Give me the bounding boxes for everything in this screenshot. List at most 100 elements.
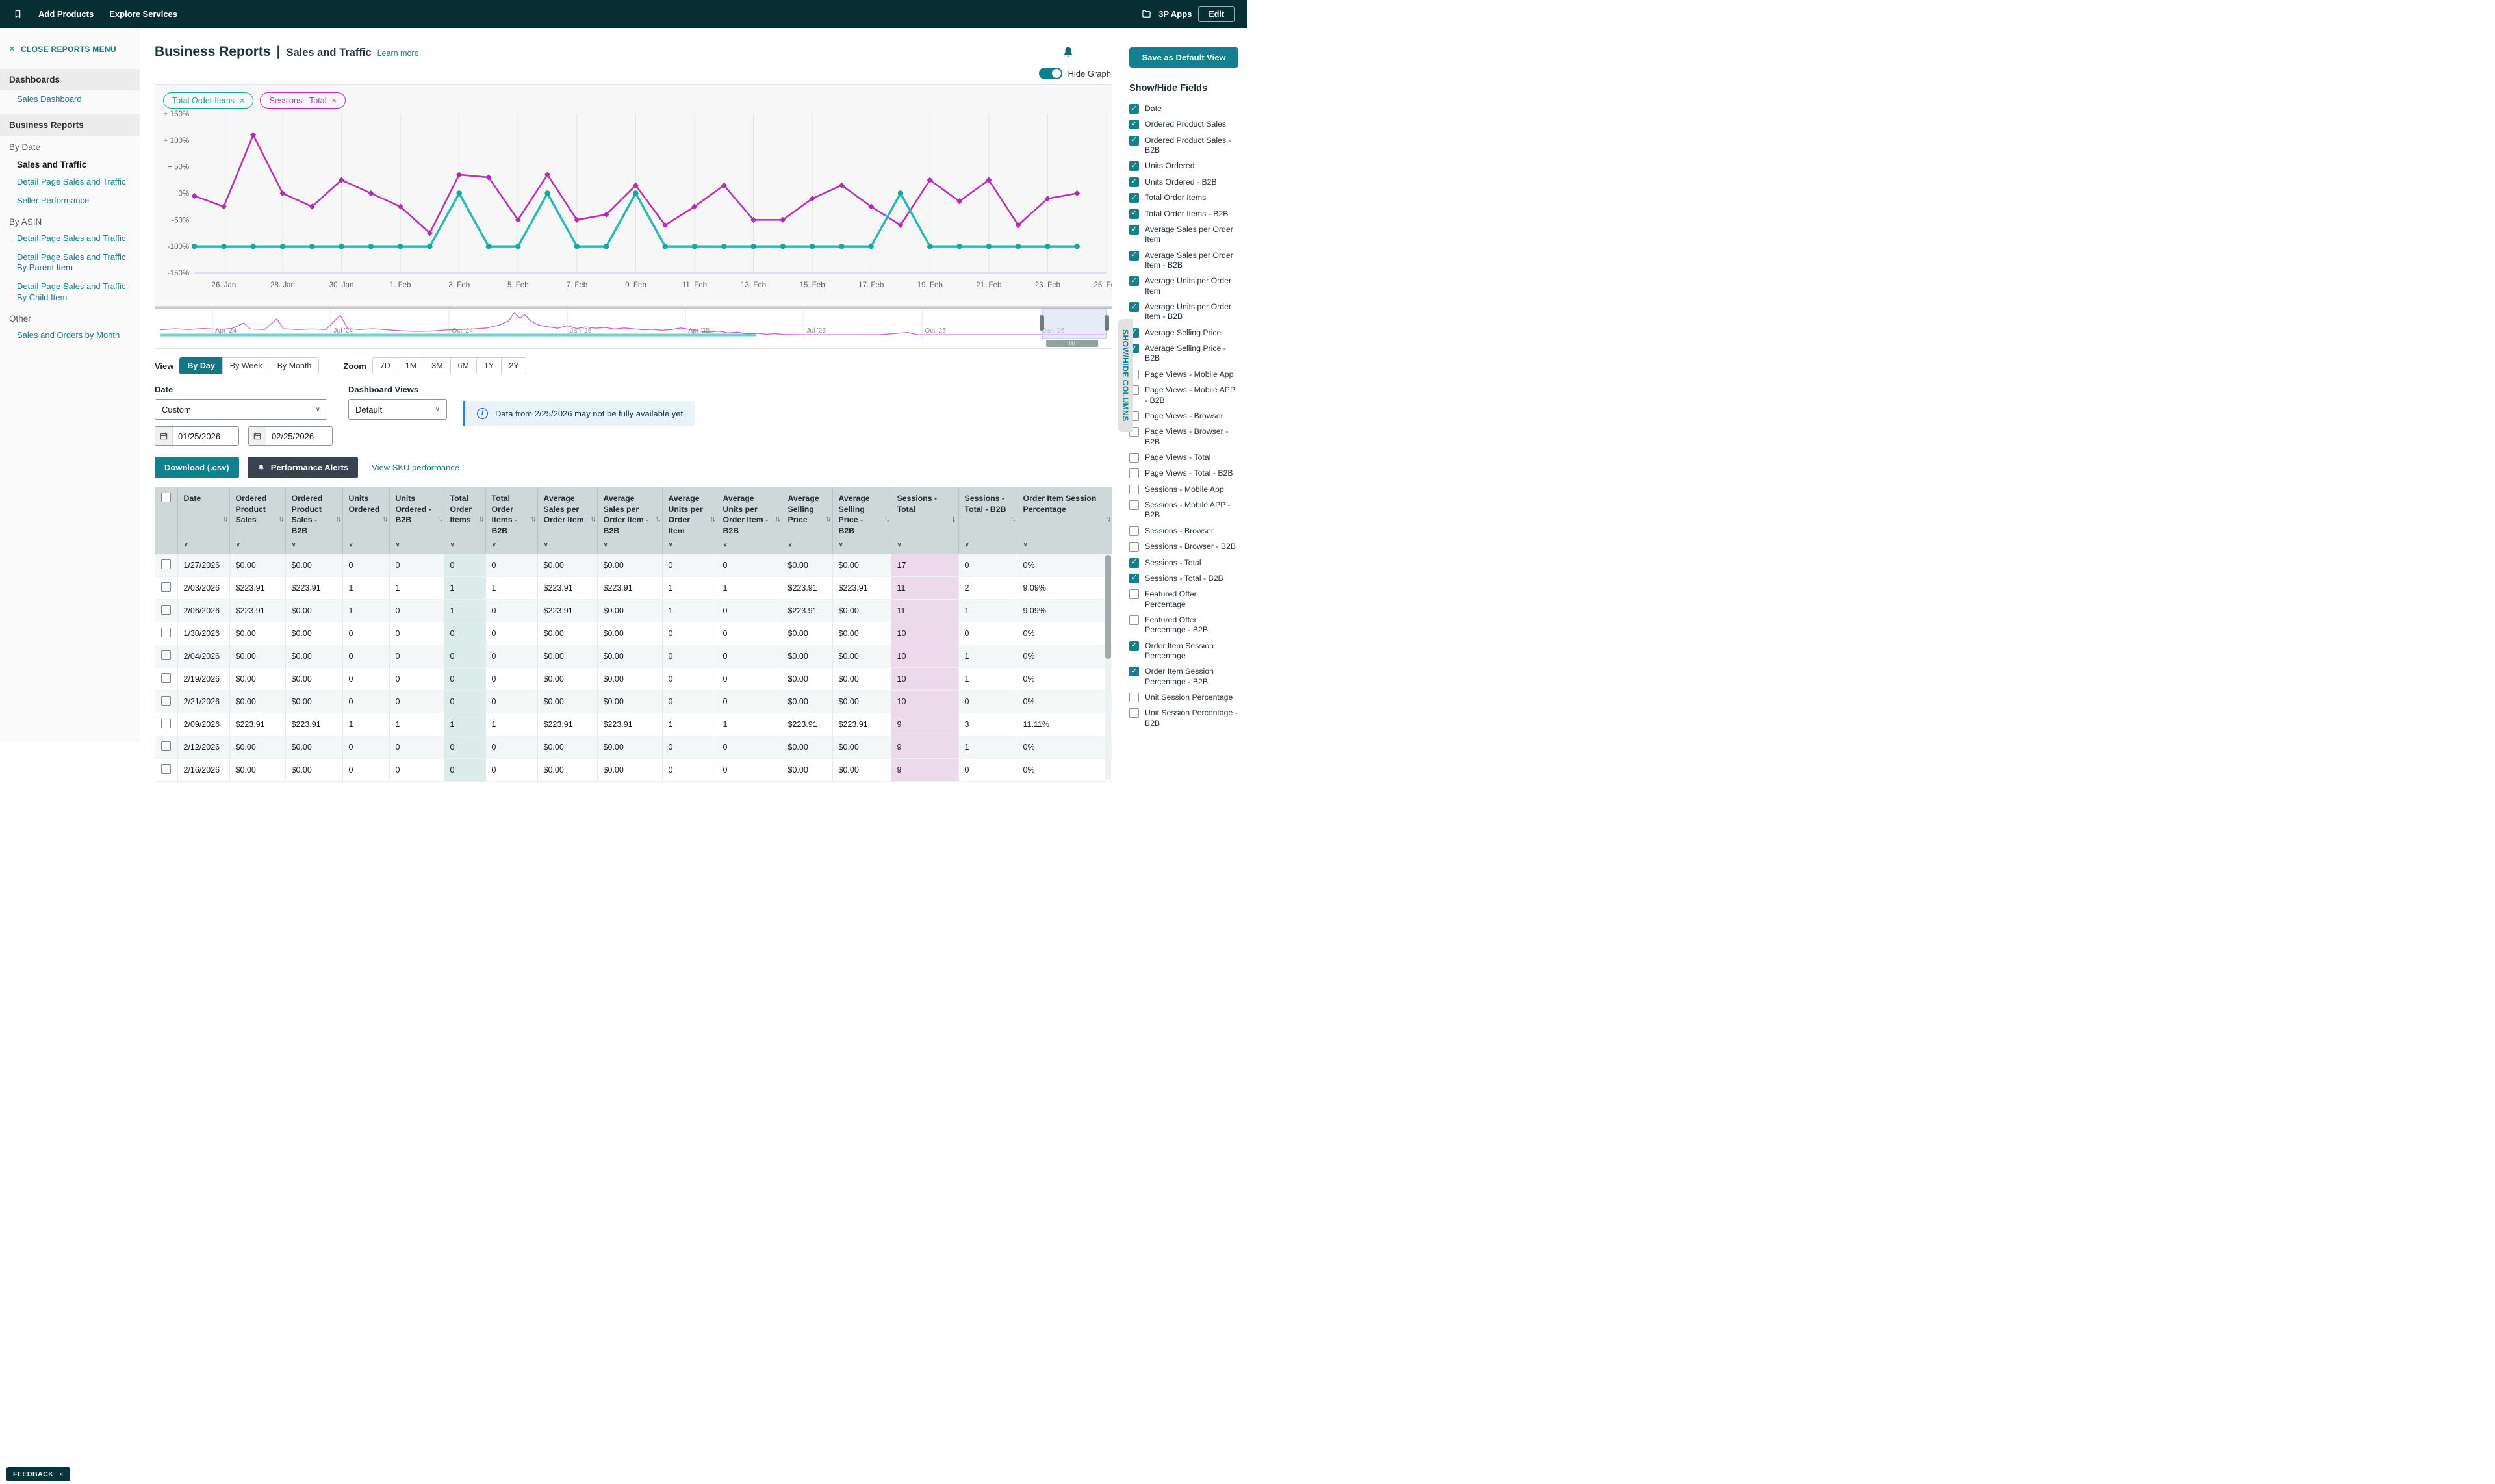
sidebar-item-detail-page-sales-and-traffic[interactable]: Detail Page Sales and Traffic [0,173,140,192]
field-page-views-total[interactable]: Page Views - Total [1129,453,1238,463]
checkbox-unchecked[interactable] [161,493,171,502]
zoom-option-1y[interactable]: 1Y [476,357,502,374]
column-menu-icon[interactable]: ∨ [723,541,728,550]
column-header-total-order-items-b2b[interactable]: Total Order Items - B2B↑↓∨ [485,487,537,554]
column-header-units-ordered-b2b[interactable]: Units Ordered - B2B↑↓∨ [389,487,444,554]
column-header-total-order-items[interactable]: Total Order Items↑↓∨ [444,487,485,554]
field-sessions-mobile-app[interactable]: Sessions - Mobile App [1129,485,1238,494]
row-checkbox[interactable] [161,582,171,592]
checkbox-total-order-items[interactable]: ✓ [1129,193,1139,203]
checkbox-units-ordered-b2b[interactable]: ✓ [1129,177,1139,187]
view-option-by-day[interactable]: By Day [179,357,222,374]
row-checkbox[interactable] [161,605,171,615]
field-average-units-per-order-item[interactable]: ✓Average Units per Order Item [1129,276,1238,296]
remove-chip-icon[interactable]: × [331,96,337,105]
checkbox-unit-session-percentage-b2b[interactable] [1129,708,1139,718]
hide-graph-toggle[interactable] [1039,68,1062,79]
field-date[interactable]: ✓Date [1129,104,1238,114]
table-scrollbar[interactable] [1105,554,1111,780]
sort-icon[interactable]: ↓ [951,513,956,526]
view-option-by-week[interactable]: By Week [222,357,270,374]
checkbox-ordered-product-sales-b2b[interactable]: ✓ [1129,136,1139,146]
sort-icon[interactable]: ↑↓ [775,515,780,524]
learn-more-link[interactable]: Learn more [377,49,419,58]
checkbox-order-item-session-percentage[interactable]: ✓ [1129,641,1139,651]
checkbox-average-units-per-order-item[interactable]: ✓ [1129,276,1139,286]
sort-icon[interactable]: ↑↓ [479,515,483,524]
checkbox-sessions-total-b2b[interactable]: ✓ [1129,574,1139,583]
column-header-average-selling-price-b2b[interactable]: Average Selling Price - B2B↑↓∨ [832,487,891,554]
checkbox-units-ordered[interactable]: ✓ [1129,161,1139,171]
column-menu-icon[interactable]: ∨ [292,541,296,550]
sort-icon[interactable]: ↑↓ [1105,515,1110,524]
feedback-button[interactable]: FEEDBACK × [6,1467,70,1481]
show-hide-columns-tab[interactable]: SHOW/HIDE COLUMNS [1118,319,1133,432]
calendar-icon[interactable] [155,427,173,445]
zoom-option-2y[interactable]: 2Y [501,357,526,374]
column-menu-icon[interactable]: ∨ [236,541,240,550]
notification-bell-icon[interactable] [1062,45,1075,59]
save-default-view-button[interactable]: Save as Default View [1129,47,1238,68]
field-page-views-mobile-app-b2b[interactable]: Page Views - Mobile APP - B2B [1129,385,1238,405]
bookmark-icon[interactable] [13,8,23,19]
chart-navigator[interactable]: Apr '24Jul '24Oct '24Jan '25Apr '25Jul '… [155,306,1112,348]
row-checkbox[interactable] [161,764,171,774]
sort-icon[interactable]: ↑↓ [656,515,660,524]
checkbox-average-sales-per-order-item-b2b[interactable]: ✓ [1129,251,1139,261]
column-menu-icon[interactable]: ∨ [544,541,548,550]
nav-add-products[interactable]: Add Products [38,9,94,19]
field-unit-session-percentage[interactable]: Unit Session Percentage [1129,693,1238,702]
scrollbar-thumb[interactable] [1105,555,1111,659]
sidebar-item-sales-and-orders-by-month[interactable]: Sales and Orders by Month [0,326,140,345]
row-checkbox[interactable] [161,628,171,637]
sidebar-item-detail-page-sales-and-traffic[interactable]: Detail Page Sales and Traffic [0,229,140,248]
field-sessions-mobile-app-b2b[interactable]: Sessions - Mobile APP - B2B [1129,500,1238,520]
close-reports-menu[interactable]: × CLOSE REPORTS MENU [0,38,140,64]
column-header-order-item-session-percentage[interactable]: Order Item Session Percentage↑↓∨ [1017,487,1112,554]
checkbox-sessions-mobile-app[interactable] [1129,485,1139,494]
row-checkbox[interactable] [161,650,171,660]
checkbox-average-units-per-order-item-b2b[interactable]: ✓ [1129,302,1139,312]
column-menu-icon[interactable]: ∨ [450,541,455,550]
sort-icon[interactable]: ↑↓ [437,515,442,524]
column-menu-icon[interactable]: ∨ [184,541,188,550]
sidebar-item-detail-page-sales-and-traffic-by-parent-item[interactable]: Detail Page Sales and Traffic By Parent … [0,248,140,278]
field-page-views-browser[interactable]: Page Views - Browser [1129,411,1238,421]
column-header-average-sales-per-order-item-b2b[interactable]: Average Sales per Order Item - B2B↑↓∨ [597,487,662,554]
field-average-selling-price-b2b[interactable]: ✓Average Selling Price - B2B [1129,344,1238,364]
column-header-average-units-per-order-item[interactable]: Average Units per Order Item↑↓∨ [662,487,717,554]
checkbox-featured-offer-percentage-b2b[interactable] [1129,615,1139,625]
field-sessions-total[interactable]: ✓Sessions - Total [1129,558,1238,568]
sort-icon[interactable]: ↑↓ [223,515,227,524]
column-header-sessions-total[interactable]: Sessions - Total↓∨ [891,487,958,554]
column-header-average-selling-price[interactable]: Average Selling Price↑↓∨ [782,487,832,554]
field-order-item-session-percentage-b2b[interactable]: ✓Order Item Session Percentage - B2B [1129,667,1238,687]
field-units-ordered-b2b[interactable]: ✓Units Ordered - B2B [1129,177,1238,187]
field-sessions-browser-b2b[interactable]: Sessions - Browser - B2B [1129,542,1238,552]
legend-chip-sessions-total[interactable]: Sessions - Total× [260,92,346,109]
column-menu-icon[interactable]: ∨ [1023,541,1028,550]
nav-3p-apps[interactable]: 3P Apps [1158,9,1192,19]
field-sessions-browser[interactable]: Sessions - Browser [1129,526,1238,536]
nav-explore-services[interactable]: Explore Services [109,9,177,19]
column-menu-icon[interactable]: ∨ [669,541,673,550]
sort-icon[interactable]: ↑↓ [884,515,889,524]
legend-chip-total-order-items[interactable]: Total Order Items× [163,92,253,109]
dashboard-views-select[interactable]: Default ∨ [348,399,447,420]
checkbox-unit-session-percentage[interactable] [1129,693,1139,702]
checkbox-sessions-browser-b2b[interactable] [1129,542,1139,552]
sort-icon[interactable]: ↑↓ [591,515,595,524]
column-header-ordered-product-sales-b2b[interactable]: Ordered Product Sales - B2B↑↓∨ [285,487,342,554]
end-date-input[interactable]: 02/25/2026 [248,426,333,446]
column-menu-icon[interactable]: ∨ [349,541,353,550]
view-option-by-month[interactable]: By Month [270,357,320,374]
column-menu-icon[interactable]: ∨ [788,541,793,550]
checkbox-date[interactable]: ✓ [1129,104,1139,114]
column-header-date[interactable]: Date↑↓∨ [177,487,229,554]
row-checkbox[interactable] [161,719,171,728]
checkbox-sessions-total[interactable]: ✓ [1129,558,1139,568]
column-header-average-units-per-order-item-b2b[interactable]: Average Units per Order Item - B2B↑↓∨ [717,487,782,554]
checkbox-ordered-product-sales[interactable]: ✓ [1129,120,1139,129]
row-checkbox[interactable] [161,696,171,706]
column-menu-icon[interactable]: ∨ [396,541,400,550]
